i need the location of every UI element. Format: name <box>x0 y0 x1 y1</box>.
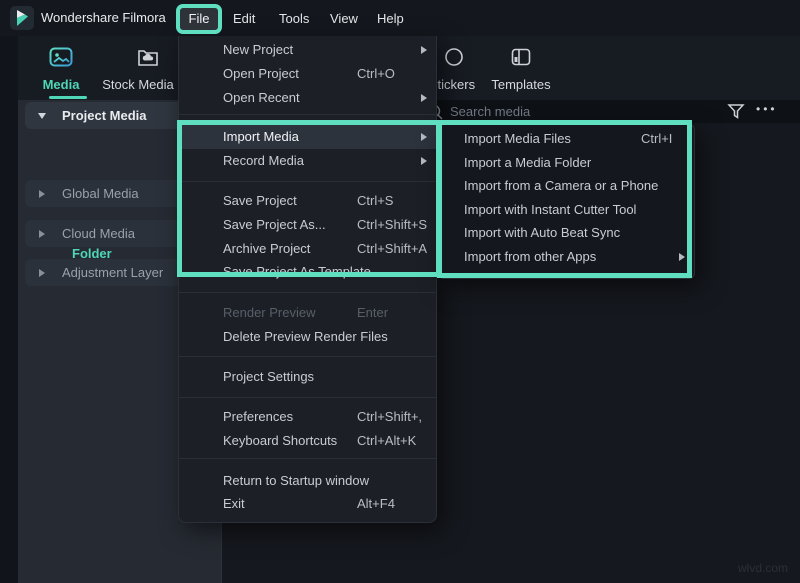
menu-item-new-project[interactable]: New Project <box>179 38 436 62</box>
stock-media-icon <box>137 47 159 67</box>
sidebar-global-media-label: Global Media <box>62 180 139 207</box>
menubar-help[interactable]: Help <box>377 9 404 28</box>
shortcut-label: Ctrl+O <box>357 62 395 86</box>
submenu-item-import-media-files[interactable]: Import Media Files Ctrl+I <box>439 127 694 151</box>
menu-item-open-recent[interactable]: Open Recent <box>179 86 436 110</box>
menu-separator <box>179 356 436 357</box>
sidebar-cloud-media-label: Cloud Media <box>62 220 135 247</box>
menu-item-record-media[interactable]: Record Media <box>179 149 436 173</box>
menubar-tools[interactable]: Tools <box>279 9 309 28</box>
chevron-right-icon <box>39 190 45 198</box>
chevron-down-icon <box>38 113 46 119</box>
menu-item-archive-project[interactable]: Archive Project Ctrl+Shift+A <box>179 237 436 261</box>
templates-icon <box>511 48 531 66</box>
menu-separator <box>179 114 436 115</box>
submenu-item-import-with-instant-cutter-tool[interactable]: Import with Instant Cutter Tool <box>439 198 694 222</box>
tab-media[interactable]: Media <box>34 44 88 100</box>
menu-item-project-settings[interactable]: Project Settings <box>179 365 436 389</box>
tab-templates-label: Templates <box>490 77 552 92</box>
filter-icon[interactable] <box>727 103 745 120</box>
left-rail <box>0 36 18 583</box>
shortcut-label: Ctrl+I <box>641 127 672 151</box>
sidebar-project-media-label: Project Media <box>62 102 147 129</box>
sidebar-adjustment-layer-label: Adjustment Layer <box>62 259 163 286</box>
menu-item-import-media[interactable]: Import Media <box>179 125 436 149</box>
menu-item-return-to-startup-window[interactable]: Return to Startup window <box>179 469 436 493</box>
menubar-edit[interactable]: Edit <box>233 9 255 28</box>
shortcut-label: Ctrl+S <box>357 189 393 213</box>
menu-item-save-project-as-template[interactable]: Save Project As Template <box>179 260 436 284</box>
submenu-item-import-from-other-apps[interactable]: Import from other Apps <box>439 245 694 269</box>
menu-item-keyboard-shortcuts[interactable]: Keyboard Shortcuts Ctrl+Alt+K <box>179 429 436 453</box>
shortcut-label: Ctrl+Shift+, <box>357 405 422 429</box>
menu-separator <box>179 397 436 398</box>
shortcut-label: Alt+F4 <box>357 492 395 516</box>
shortcut-label: Ctrl+Alt+K <box>357 429 416 453</box>
stickers-icon <box>444 47 464 67</box>
more-options-icon[interactable]: ••• <box>756 102 778 116</box>
menu-item-preferences[interactable]: Preferences Ctrl+Shift+, <box>179 405 436 429</box>
menu-separator <box>179 181 436 182</box>
file-menu: New Project Open Project Ctrl+O Open Rec… <box>178 36 437 523</box>
shortcut-label: Ctrl+Shift+S <box>357 213 427 237</box>
media-icon <box>49 47 73 67</box>
chevron-right-icon <box>39 230 45 238</box>
shortcut-label: Ctrl+Shift+A <box>357 237 427 261</box>
submenu-arrow-icon <box>679 253 685 261</box>
menu-separator <box>179 292 436 293</box>
submenu-item-import-with-auto-beat-sync[interactable]: Import with Auto Beat Sync <box>439 221 694 245</box>
submenu-item-import-from-camera-or-phone[interactable]: Import from a Camera or a Phone <box>439 174 694 198</box>
app-title: Wondershare Filmora <box>41 10 166 25</box>
submenu-arrow-icon <box>421 157 427 165</box>
menu-item-render-preview: Render Preview Enter <box>179 301 436 325</box>
submenu-arrow-icon <box>421 46 427 54</box>
menu-item-save-project-as[interactable]: Save Project As... Ctrl+Shift+S <box>179 213 436 237</box>
tab-templates[interactable]: Templates <box>490 44 552 100</box>
menubar-file[interactable]: File <box>180 7 218 31</box>
filmora-logo-icon <box>10 6 34 30</box>
active-tab-underline <box>49 96 87 99</box>
menu-item-open-project[interactable]: Open Project Ctrl+O <box>179 62 436 86</box>
top-menu-bar: Wondershare Filmora Edit Tools View Help <box>0 0 800 36</box>
import-media-submenu: Import Media Files Ctrl+I Import a Media… <box>438 124 695 279</box>
submenu-item-import-a-media-folder[interactable]: Import a Media Folder <box>439 151 694 175</box>
menubar-view[interactable]: View <box>330 9 358 28</box>
shortcut-label: Enter <box>357 301 388 325</box>
search-input-placeholder: Search media <box>450 104 530 119</box>
watermark-text: wlvd.com <box>738 561 788 575</box>
tab-media-label: Media <box>34 77 88 92</box>
submenu-arrow-icon <box>421 94 427 102</box>
menu-separator <box>179 458 436 459</box>
menu-item-exit[interactable]: Exit Alt+F4 <box>179 492 436 516</box>
submenu-arrow-icon <box>421 133 427 141</box>
chevron-right-icon <box>39 269 45 277</box>
menu-item-delete-preview-render-files[interactable]: Delete Preview Render Files <box>179 325 436 349</box>
menu-item-save-project[interactable]: Save Project Ctrl+S <box>179 189 436 213</box>
